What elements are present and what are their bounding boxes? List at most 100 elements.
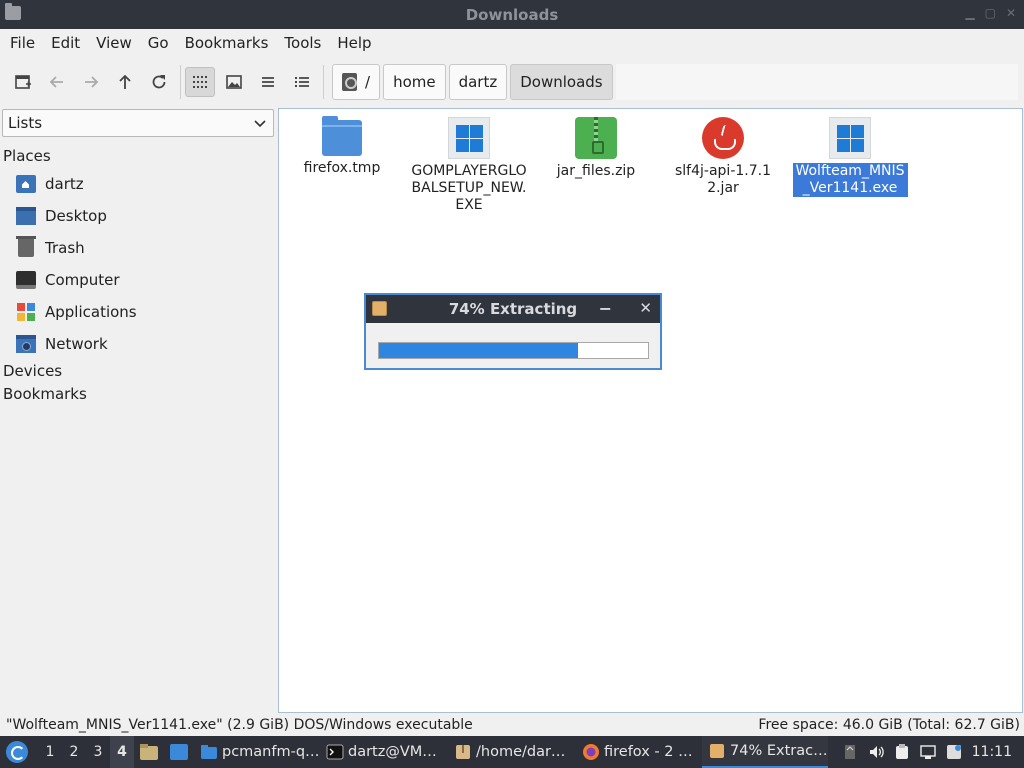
compact-view-button[interactable] (253, 67, 283, 97)
workspace-3[interactable]: 3 (86, 744, 110, 760)
detailed-view-button[interactable] (287, 67, 317, 97)
image-icon (226, 75, 242, 89)
file-manager-launcher-icon[interactable] (139, 743, 159, 761)
window-titlebar: Downloads ▁ ▢ ✕ (0, 0, 1024, 29)
applications-icon (16, 303, 36, 321)
folder-app-icon (5, 3, 21, 20)
task-label: pcmanfm-q… (222, 744, 318, 760)
menu-tools[interactable]: Tools (276, 34, 329, 52)
toolbar: / home dartz Downloads (0, 57, 1024, 107)
new-tab-button[interactable] (8, 67, 38, 97)
chevron-down-icon (254, 120, 266, 128)
workspace-1[interactable]: 1 (38, 744, 62, 760)
sidebar-item-computer[interactable]: Computer (16, 266, 120, 294)
trash-icon (16, 236, 36, 257)
sidebar-item-network[interactable]: Network (16, 330, 108, 358)
task-pcmanfm[interactable]: pcmanfm-q… (194, 736, 318, 768)
menu-go[interactable]: Go (140, 34, 177, 52)
sidebar-item-applications[interactable]: Applications (16, 298, 137, 326)
maximize-icon[interactable]: ▢ (985, 6, 996, 20)
windows-exe-icon (829, 117, 871, 159)
menu-view[interactable]: View (88, 34, 140, 52)
taskbar: 1 2 3 4 pcmanfm-q… dartz@VM… /home/dar… … (0, 736, 1024, 768)
path-bar-space[interactable] (615, 64, 1018, 100)
dialog-title: 74% Extracting (448, 300, 578, 318)
file-item-selected[interactable]: Wolfteam_MNIS_Ver1141.exe (787, 117, 913, 197)
reload-icon (152, 75, 166, 89)
menu-edit[interactable]: Edit (43, 34, 88, 52)
arrow-right-icon (85, 76, 99, 88)
workspace-2[interactable]: 2 (62, 744, 86, 760)
close-icon[interactable]: ✕ (639, 299, 652, 317)
home-folder-icon (16, 175, 36, 193)
icon-view-button[interactable] (185, 67, 215, 97)
status-bar: "Wolfteam_MNIS_Ver1141.exe" (2.9 GiB) DO… (0, 713, 1024, 736)
reload-button[interactable] (144, 67, 174, 97)
forward-button[interactable] (76, 67, 106, 97)
side-pane-mode-value: Lists (8, 114, 43, 132)
task-extracting[interactable]: 74% Extrac… (702, 736, 828, 768)
volume-icon[interactable] (868, 744, 884, 760)
breadcrumb-root[interactable]: / (332, 64, 381, 100)
breadcrumb-home[interactable]: home (383, 64, 446, 100)
places-heading[interactable]: Places (3, 147, 51, 165)
scroll-indicator-icon[interactable] (842, 744, 858, 760)
file-name: slf4j-api-1.7.12.jar (675, 163, 771, 196)
file-item[interactable]: GOMPLAYERGLOBALSETUP_NEW.EXE (406, 117, 532, 214)
window-controls: ▁ ▢ ✕ (965, 6, 1016, 20)
network-icon (16, 335, 36, 353)
status-free-space: Free space: 46.0 GiB (Total: 62.7 GiB) (758, 716, 1020, 733)
close-icon[interactable]: ✕ (1006, 6, 1016, 20)
breadcrumb-dartz[interactable]: dartz (448, 64, 508, 100)
windows-exe-icon (448, 117, 490, 159)
update-notifier-icon[interactable] (946, 744, 962, 760)
bookmarks-heading[interactable]: Bookmarks (3, 385, 87, 403)
dialog-titlebar[interactable]: 74% Extracting − ✕ (366, 295, 660, 323)
task-terminal[interactable]: dartz@VM… (320, 736, 446, 768)
task-label: /home/dar… (476, 744, 566, 760)
task-firefox[interactable]: firefox - 2 … (576, 736, 700, 768)
file-view[interactable]: firefox.tmp GOMPLAYERGLOBALSETUP_NEW.EXE… (278, 108, 1023, 713)
list-lines-icon (262, 77, 274, 87)
menu-bookmarks[interactable]: Bookmarks (177, 34, 277, 52)
sidebar-item-label: dartz (45, 175, 84, 193)
clipboard-icon[interactable] (894, 744, 910, 760)
menu-help[interactable]: Help (329, 34, 379, 52)
archive-icon (372, 301, 387, 316)
sidebar: Lists Places dartz Desktop Trash Compute… (0, 107, 276, 712)
archive-icon (710, 744, 724, 758)
task-label: firefox - 2 … (604, 744, 693, 760)
sidebar-item-label: Desktop (45, 207, 107, 225)
java-jar-icon (702, 117, 744, 159)
network-wired-icon[interactable] (919, 744, 936, 760)
progress-fill (379, 343, 579, 358)
archive-icon (456, 745, 470, 759)
arrow-up-icon (119, 74, 131, 89)
sidebar-item-desktop[interactable]: Desktop (16, 202, 107, 230)
devices-heading[interactable]: Devices (3, 362, 62, 380)
up-button[interactable] (110, 67, 140, 97)
file-item[interactable]: jar_files.zip (533, 117, 659, 180)
terminal-icon (326, 744, 344, 760)
start-menu-button[interactable] (6, 741, 28, 763)
file-item[interactable]: firefox.tmp (279, 116, 405, 177)
menu-file[interactable]: File (2, 34, 43, 52)
thumbnail-view-button[interactable] (219, 67, 249, 97)
clock[interactable]: 11:11 (972, 744, 1012, 760)
sidebar-item-dartz[interactable]: dartz (16, 170, 84, 198)
system-tray: 11:11 (842, 744, 1024, 760)
breadcrumb-downloads[interactable]: Downloads (510, 64, 613, 100)
desktop-launcher-icon[interactable] (169, 743, 189, 761)
file-item[interactable]: slf4j-api-1.7.12.jar (660, 117, 786, 197)
sidebar-item-trash[interactable]: Trash (16, 234, 85, 262)
drive-icon (342, 73, 357, 91)
file-name: firefox.tmp (303, 160, 381, 176)
window-title: Downloads (465, 5, 559, 24)
back-button[interactable] (42, 67, 72, 97)
side-pane-mode-select[interactable]: Lists (2, 109, 274, 137)
task-archiver[interactable]: /home/dar… (448, 736, 574, 768)
minimize-icon[interactable]: − (599, 299, 612, 318)
workspace-4[interactable]: 4 (110, 736, 134, 768)
minimize-icon[interactable]: ▁ (965, 6, 974, 20)
folder-icon (201, 745, 217, 759)
